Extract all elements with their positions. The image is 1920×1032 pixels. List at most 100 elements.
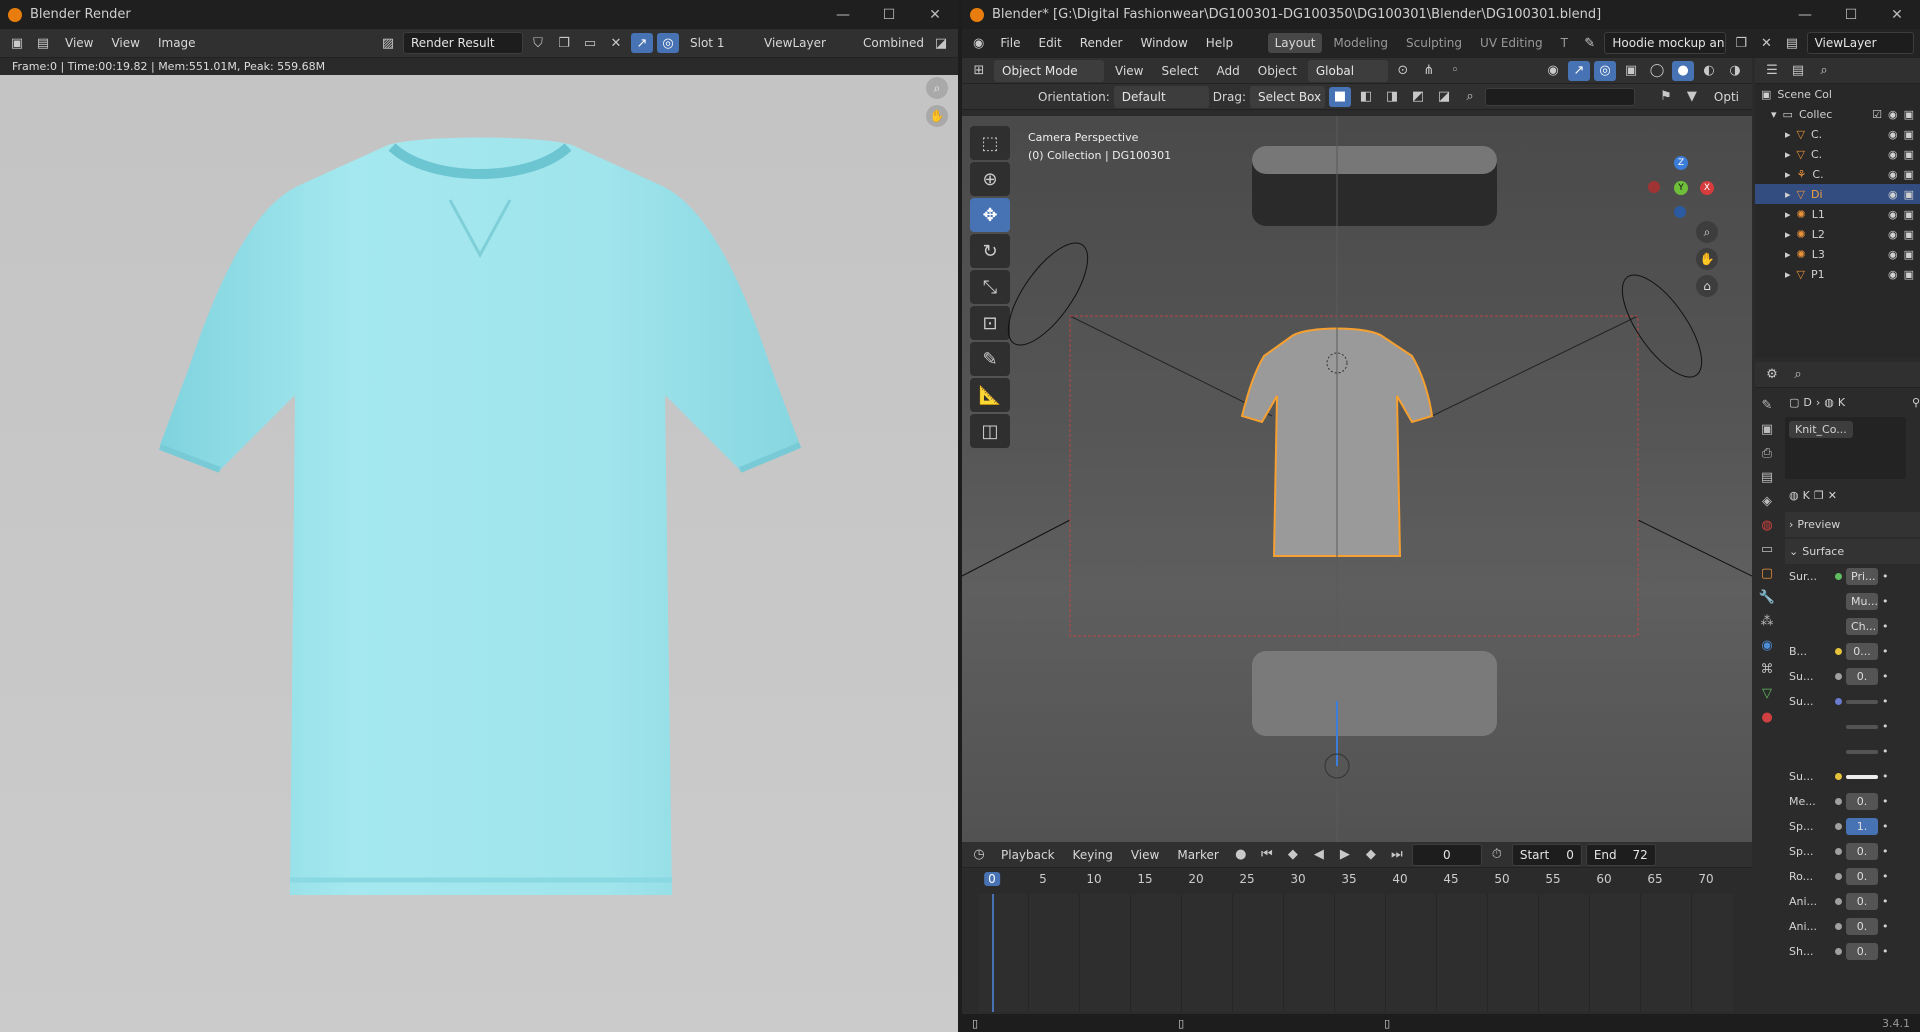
camera-render-icon[interactable]: ▣ — [1904, 248, 1914, 261]
snap-icon[interactable]: ⋔ — [1418, 61, 1440, 81]
display-mode-icon[interactable]: ▤ — [1787, 61, 1809, 81]
menu-help[interactable]: Help — [1199, 33, 1240, 53]
select-mode-intersect-icon[interactable]: ◪ — [1433, 87, 1455, 107]
data-tab-icon[interactable]: ▽ — [1755, 682, 1779, 704]
material-short-name[interactable]: K — [1803, 489, 1810, 502]
keyframe-dot-icon[interactable]: • — [1882, 845, 1889, 858]
property-value[interactable]: 0. — [1846, 918, 1878, 935]
new-scene-icon[interactable]: ❐ — [1730, 33, 1751, 53]
viewlayer-dropdown[interactable]: ViewLayer — [757, 33, 852, 53]
property-value[interactable] — [1846, 724, 1878, 729]
property-value[interactable] — [1846, 749, 1878, 754]
proportional-edit-icon[interactable]: ◦ — [1444, 61, 1466, 81]
expand-chevron-icon[interactable]: ▸ — [1785, 168, 1791, 181]
select-mode-extend-icon[interactable]: ◧ — [1355, 87, 1377, 107]
menu-render[interactable]: Render — [1073, 33, 1130, 53]
camera-render-icon[interactable]: ▣ — [1904, 148, 1914, 161]
gizmo-toggle-icon[interactable]: ↗ — [1568, 60, 1590, 81]
property-value[interactable]: 0. — [1846, 843, 1878, 860]
expand-chevron-icon[interactable]: ▸ — [1785, 128, 1791, 141]
expand-chevron-icon[interactable]: ▸ — [1785, 248, 1791, 261]
slot-dropdown[interactable]: Slot 1 — [683, 33, 753, 53]
socket-dot-icon[interactable] — [1835, 923, 1842, 930]
output-tab-icon[interactable]: ⎙ — [1755, 442, 1779, 464]
end-frame-field[interactable]: End 72 — [1585, 843, 1656, 866]
eye-icon[interactable]: ◉ — [1888, 248, 1898, 261]
camera-render-icon[interactable]: ▣ — [1904, 128, 1914, 141]
property-value[interactable]: 0. — [1846, 893, 1878, 910]
minimize-button[interactable]: — — [820, 7, 866, 23]
properties-editor-icon[interactable]: ⚙ — [1761, 365, 1783, 385]
jump-start-icon[interactable]: ⏮ — [1256, 845, 1278, 865]
keyframe-dot-icon[interactable]: • — [1882, 620, 1889, 633]
editor-type-icon[interactable]: ⊞ — [968, 61, 990, 81]
xray-icon[interactable]: ▣ — [1620, 61, 1642, 81]
blender-menu-icon[interactable]: ◉ — [968, 33, 989, 53]
timeline-track-area[interactable] — [978, 894, 1734, 1012]
search-icon[interactable]: ⌕ — [1459, 87, 1481, 107]
socket-dot-icon[interactable] — [1835, 573, 1842, 580]
socket-dot-icon[interactable] — [1835, 623, 1842, 630]
socket-dot-icon[interactable] — [1835, 723, 1842, 730]
preview-range-icon[interactable]: ⏱ — [1486, 845, 1508, 865]
outliner-scene-collection[interactable]: ▣ Scene Col — [1755, 84, 1920, 104]
constraints-tab-icon[interactable]: ⌘ — [1755, 658, 1779, 680]
timeline-menu-marker[interactable]: Marker — [1170, 845, 1225, 865]
timeline-ruler[interactable]: 0 5 10 15 20 25 30 35 40 45 50 55 60 65 … — [962, 872, 1752, 894]
tab-modeling[interactable]: Modeling — [1326, 33, 1395, 53]
camera-render-icon[interactable]: ▣ — [1904, 188, 1914, 201]
keyframe-dot-icon[interactable]: • — [1882, 945, 1889, 958]
select-mode-subtract-icon[interactable]: ◨ — [1381, 87, 1403, 107]
object-mode-dropdown[interactable]: Object Mode — [994, 59, 1104, 82]
viewport-menu-select[interactable]: Select — [1154, 61, 1205, 81]
open-image-folder-icon[interactable]: ▭ — [579, 33, 601, 53]
orientation-dropdown[interactable]: Default — [1113, 85, 1209, 108]
pan-hand-icon[interactable]: ✋ — [926, 105, 948, 127]
keyframe-dot-icon[interactable]: • — [1882, 595, 1889, 608]
socket-dot-icon[interactable] — [1835, 648, 1842, 655]
select-mode-set-icon[interactable]: ■ — [1328, 86, 1351, 107]
overlay-toggle-icon[interactable]: ◎ — [657, 33, 679, 53]
expand-chevron-icon[interactable]: ▸ — [1785, 208, 1791, 221]
outliner-item[interactable]: ▸ ✺ L2 ◉ ▣ — [1755, 224, 1920, 244]
play-icon[interactable]: ▶ — [1334, 845, 1356, 865]
property-value[interactable]: Ch... — [1846, 618, 1878, 635]
keyframe-dot-icon[interactable]: • — [1882, 570, 1889, 583]
view-layer-tab-icon[interactable]: ▤ — [1755, 466, 1779, 488]
camera-view-icon[interactable]: ⌂ — [1696, 275, 1718, 297]
outliner-item[interactable]: ▸ ▽ C. ◉ ▣ — [1755, 124, 1920, 144]
keyframe-dot-icon[interactable]: • — [1882, 770, 1889, 783]
fake-user-shield-icon[interactable]: ⛉ — [527, 33, 549, 53]
outliner-item-selected[interactable]: ▸ ▽ Di ◉ ▣ — [1755, 184, 1920, 204]
gizmo-neg-x-axis[interactable] — [1648, 181, 1660, 193]
duplicate-icon[interactable]: ❐ — [1814, 489, 1824, 502]
eye-icon[interactable]: ◉ — [1888, 128, 1898, 141]
camera-render-icon[interactable]: ▣ — [1904, 108, 1914, 121]
record-keyframe-icon[interactable]: ● — [1230, 845, 1252, 865]
scene-tab-icon[interactable]: ◈ — [1755, 490, 1779, 512]
image-menu[interactable]: Image — [151, 33, 203, 53]
wireframe-shading-icon[interactable]: ◯ — [1646, 61, 1668, 81]
select-mode-invert-icon[interactable]: ◩ — [1407, 87, 1429, 107]
render-canvas[interactable]: ⌕ ✋ — [0, 75, 958, 1032]
display-channels-icon[interactable]: ◪ — [930, 33, 952, 53]
expand-chevron-icon[interactable]: ▸ — [1785, 188, 1791, 201]
camera-render-icon[interactable]: ▣ — [1904, 268, 1914, 281]
property-value[interactable]: 0... — [1846, 643, 1878, 660]
start-frame-field[interactable]: Start 0 — [1511, 843, 1582, 866]
gizmo-toggle-icon[interactable]: ↗ — [631, 33, 653, 53]
image-mode-icon[interactable]: ▤ — [32, 33, 54, 53]
viewlayer-icon[interactable]: ▤ — [1781, 33, 1802, 53]
socket-dot-icon[interactable] — [1835, 873, 1842, 880]
gizmo-z-axis[interactable]: Z — [1674, 156, 1688, 170]
world-tab-icon[interactable]: ◍ — [1755, 514, 1779, 536]
tab-uv-editing[interactable]: UV Editing — [1473, 33, 1550, 53]
collection-tab-icon[interactable]: ▭ — [1755, 538, 1779, 560]
overlay-toggle-icon[interactable]: ◎ — [1594, 60, 1616, 81]
visibility-icon[interactable]: ◉ — [1542, 61, 1564, 81]
pin-icon[interactable]: ⚲ — [1912, 396, 1920, 409]
property-value[interactable]: 0. — [1846, 668, 1878, 685]
socket-dot-icon[interactable] — [1835, 748, 1842, 755]
scene-icon[interactable]: ✎ — [1579, 33, 1600, 53]
eye-icon[interactable]: ◉ — [1888, 268, 1898, 281]
